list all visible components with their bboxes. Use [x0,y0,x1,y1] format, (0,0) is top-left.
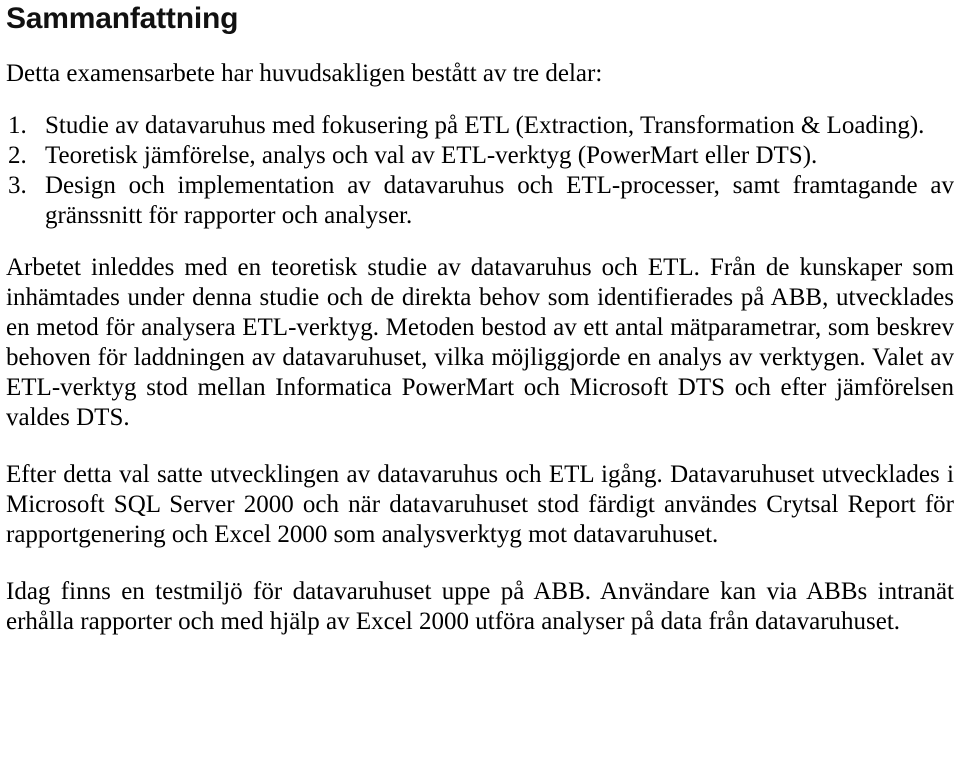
list-item: 3. Design och implementation av datavaru… [6,171,954,231]
numbered-list: 1. Studie av datavaruhus med fokusering … [6,89,954,231]
list-item-marker: 1. [8,112,27,139]
list-item-marker: 2. [8,142,27,169]
page-title: Sammanfattning [6,2,239,35]
list-item: 2. Teoretisk jämförelse, analys och val … [6,141,954,171]
body-paragraph-2: Efter detta val satte utvecklingen av da… [6,461,954,548]
list-item-marker: 3. [8,172,27,199]
intro-paragraph: Detta examensarbete har huvudsakligen be… [6,60,603,87]
list-item-text: Studie av datavaruhus med fokusering på … [45,112,925,139]
body-paragraph-3: Idag finns en testmiljö för datavaruhuse… [6,578,954,635]
list-item-text: Teoretisk jämförelse, analys och val av … [45,142,818,169]
body-paragraph-1: Arbetet inleddes med en teoretisk studie… [6,254,954,431]
list-item: 1. Studie av datavaruhus med fokusering … [6,111,954,141]
document-page: Sammanfattning Detta examensarbete har h… [0,0,960,771]
list-item-text: Design och implementation av datavaruhus… [45,172,954,229]
